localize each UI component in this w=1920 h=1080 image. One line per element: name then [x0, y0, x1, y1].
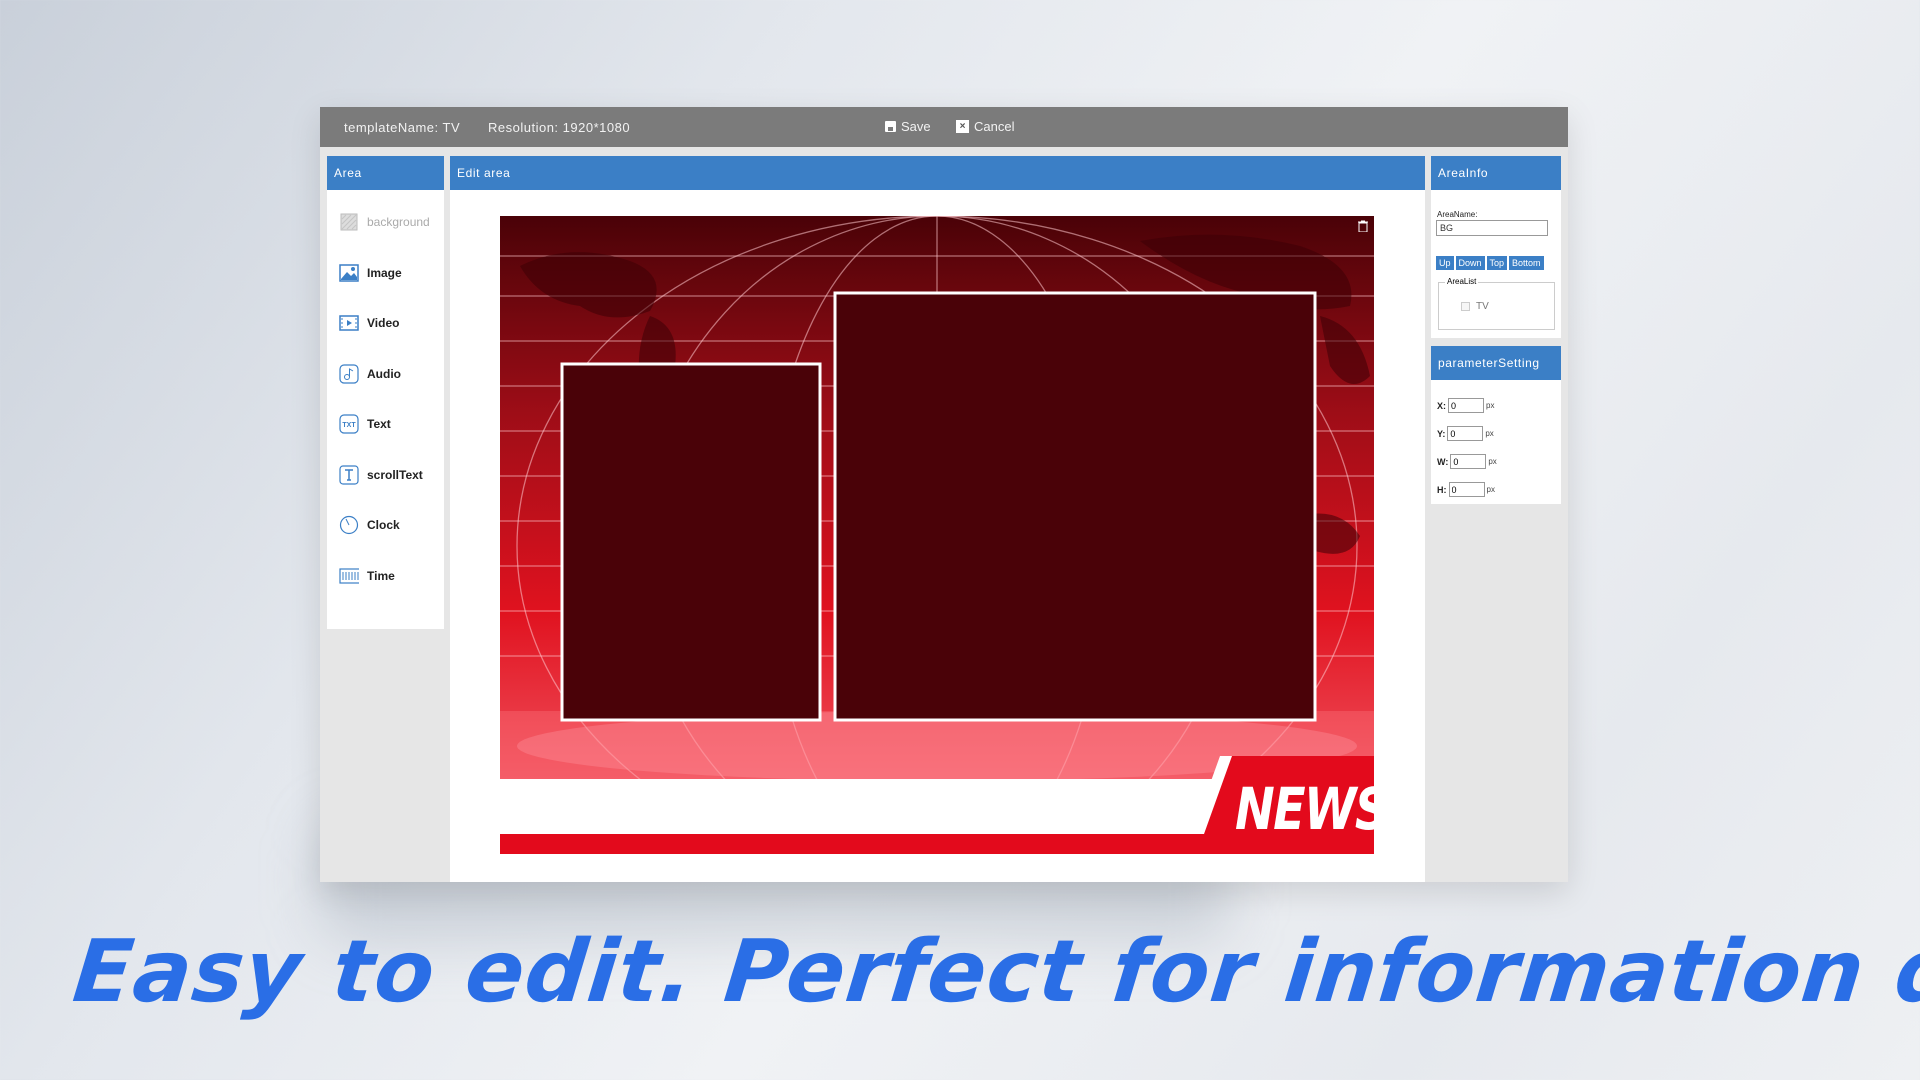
area-list: AreaList TV: [1438, 277, 1555, 330]
tool-background[interactable]: background: [327, 197, 444, 248]
area-list-item[interactable]: TV: [1461, 301, 1489, 312]
save-button[interactable]: Save: [885, 119, 931, 134]
area-list-legend: AreaList: [1445, 277, 1479, 286]
scroll-text-icon: [339, 465, 359, 485]
tool-label: background: [367, 215, 430, 230]
tool-scroll-text[interactable]: scrollText: [327, 450, 444, 501]
param-label: W:: [1437, 456, 1449, 467]
area-panel: Area background Image Video Audio TXT Te…: [327, 156, 444, 629]
news-background: [500, 216, 1374, 781]
background-icon: [339, 212, 359, 232]
param-row-h: H: px: [1437, 482, 1495, 497]
area-name-input[interactable]: BG: [1436, 220, 1548, 236]
close-icon: ×: [956, 120, 969, 133]
unit-label: px: [1485, 429, 1494, 438]
w-input[interactable]: [1450, 454, 1487, 469]
news-badge: NEWS: [1235, 775, 1389, 843]
save-label: Save: [901, 119, 931, 134]
area-name-label: AreaName:: [1437, 210, 1478, 219]
tool-text[interactable]: TXT Text: [327, 399, 444, 450]
template-name: templateName: TV: [344, 120, 461, 135]
area-info-panel: AreaInfo AreaName: BG Up Down Top Bottom…: [1431, 156, 1561, 338]
video-icon: [339, 313, 359, 333]
text-icon: TXT: [339, 414, 359, 434]
resolution-label: Resolution: 1920*1080: [488, 120, 631, 135]
cancel-label: Cancel: [974, 119, 1015, 134]
marketing-tagline: Easy to edit. Perfect for information di…: [68, 922, 1920, 1022]
edit-area-panel: Edit area NEWS: [450, 156, 1425, 882]
h-input[interactable]: [1448, 482, 1485, 497]
x-input[interactable]: [1448, 398, 1484, 413]
template-canvas[interactable]: [500, 216, 1374, 781]
top-toolbar: templateName: TV Resolution: 1920*1080 S…: [320, 107, 1568, 147]
clock-icon: [339, 515, 359, 535]
area-panel-title: Area: [327, 156, 444, 190]
parameter-setting-title: parameterSetting: [1431, 346, 1561, 380]
parameter-setting-panel: parameterSetting X: px Y: px W: px H: px: [1431, 346, 1561, 504]
tool-label: Image: [367, 265, 402, 280]
template-editor-window: templateName: TV Resolution: 1920*1080 S…: [320, 107, 1568, 882]
cancel-button[interactable]: × Cancel: [956, 119, 1014, 134]
unit-label: px: [1486, 485, 1495, 494]
audio-icon: [339, 364, 359, 384]
tool-clock[interactable]: Clock: [327, 500, 444, 551]
tool-image[interactable]: Image: [327, 248, 444, 299]
save-icon: [885, 121, 896, 132]
down-button[interactable]: Down: [1455, 256, 1485, 270]
tool-label: Clock: [367, 518, 400, 533]
param-label: X:: [1437, 400, 1446, 411]
y-input[interactable]: [1447, 426, 1484, 441]
tool-label: Time: [367, 568, 395, 583]
area-list-item-label: TV: [1476, 301, 1489, 312]
param-row-x: X: px: [1437, 398, 1494, 413]
tool-label: Audio: [367, 366, 401, 381]
param-label: Y:: [1437, 428, 1446, 439]
checkbox[interactable]: [1461, 302, 1470, 311]
right-sidebar: AreaInfo AreaName: BG Up Down Top Bottom…: [1431, 156, 1561, 504]
param-row-w: W: px: [1437, 454, 1497, 469]
area-info-title: AreaInfo: [1431, 156, 1561, 190]
top-button[interactable]: Top: [1486, 256, 1508, 270]
bottom-button[interactable]: Bottom: [1509, 256, 1544, 270]
svg-text:TXT: TXT: [342, 422, 356, 429]
tool-video[interactable]: Video: [327, 298, 444, 349]
tool-label: scrollText: [367, 467, 423, 482]
unit-label: px: [1486, 401, 1495, 410]
edit-area-title: Edit area: [450, 156, 1425, 190]
image-icon: [339, 263, 359, 283]
tool-label: Text: [367, 417, 391, 432]
unit-label: px: [1488, 457, 1497, 466]
trash-icon[interactable]: [1358, 220, 1370, 234]
tool-label: Video: [367, 316, 400, 331]
time-icon: [339, 566, 359, 586]
layer-order-buttons: Up Down Top Bottom: [1436, 256, 1544, 270]
tool-audio[interactable]: Audio: [327, 349, 444, 400]
param-label: H:: [1437, 484, 1447, 495]
up-button[interactable]: Up: [1436, 256, 1454, 270]
param-row-y: Y: px: [1437, 426, 1494, 441]
tool-time[interactable]: Time: [327, 551, 444, 602]
